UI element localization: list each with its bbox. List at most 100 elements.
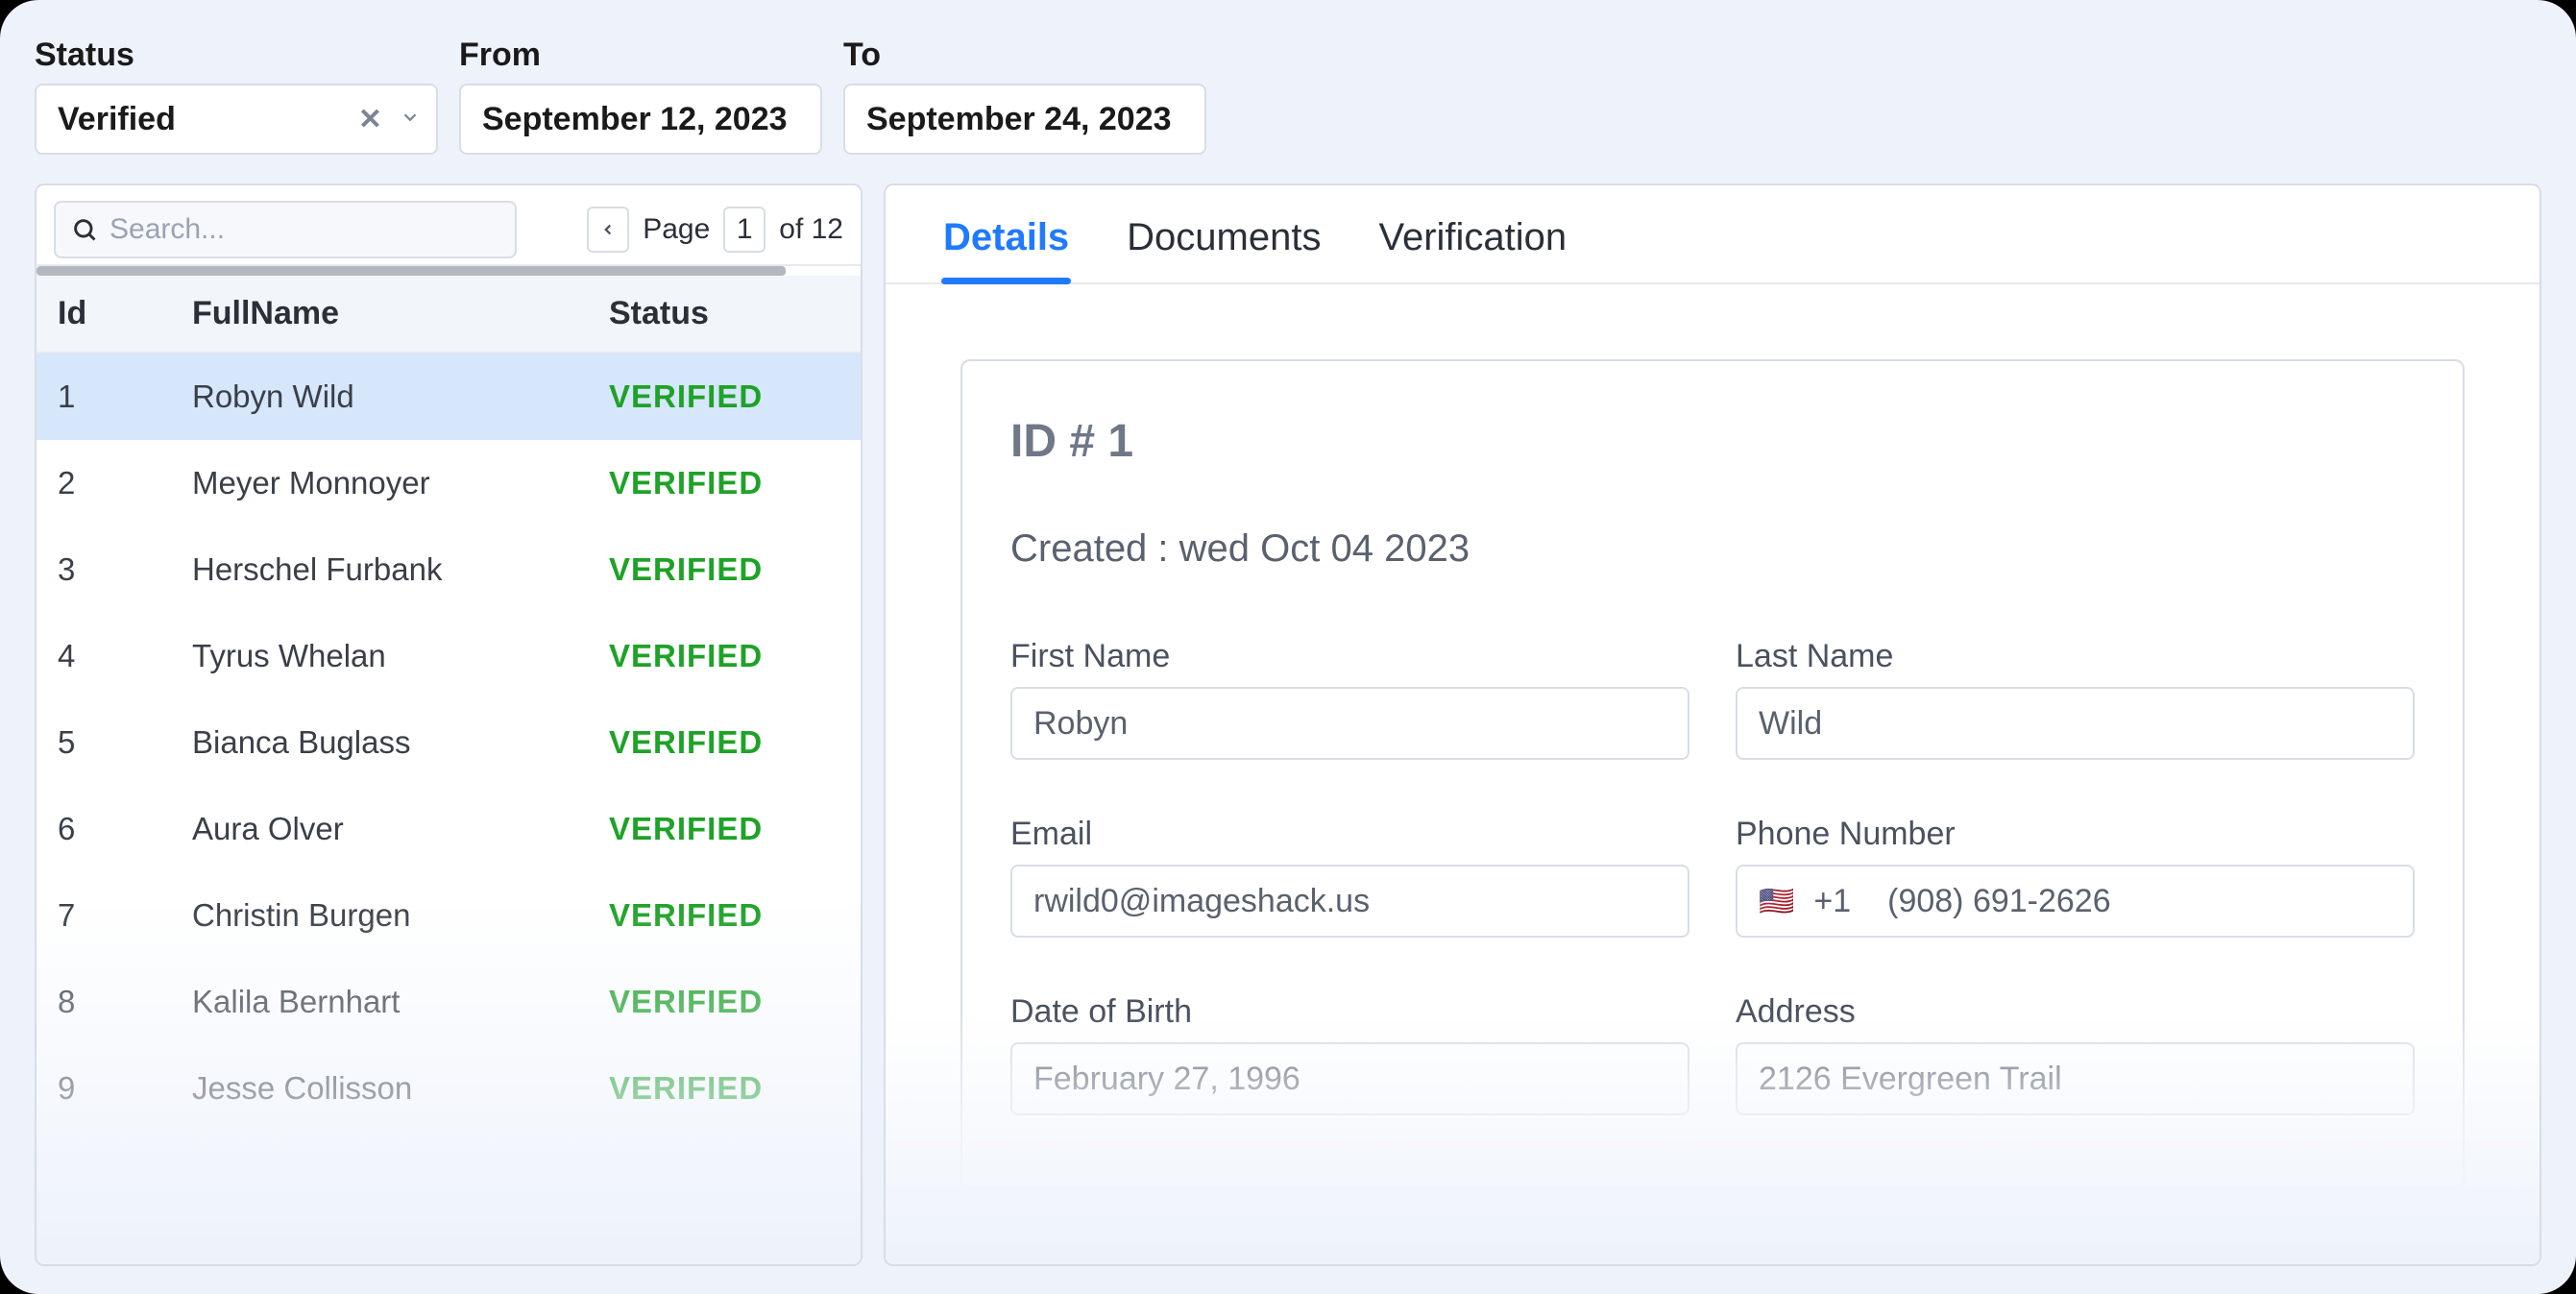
page-total: of 12 <box>779 213 843 246</box>
table-row[interactable]: 1 Robyn Wild VERIFIED <box>36 354 861 440</box>
col-id[interactable]: Id <box>58 295 192 332</box>
table-row[interactable]: 7 Christin Burgen VERIFIED <box>36 872 861 959</box>
dob-label: Date of Birth <box>1010 993 1689 1031</box>
address-value: 2126 Evergreen Trail <box>1759 1061 2062 1098</box>
from-date-value: September 12, 2023 <box>482 101 788 138</box>
table-row[interactable]: 5 Bianca Buglass VERIFIED <box>36 699 861 786</box>
table-header: Id FullName Status <box>36 276 861 354</box>
tab-documents[interactable]: Documents <box>1125 207 1323 282</box>
last-name-value: Wild <box>1759 705 1822 743</box>
field-last-name: Last Name Wild <box>1736 638 2415 760</box>
app-window: Status Verified ✕ From September 12, 202… <box>0 0 2576 1294</box>
to-date-value: September 24, 2023 <box>866 101 1172 138</box>
filter-bar: Status Verified ✕ From September 12, 202… <box>0 0 2576 183</box>
prev-page-button[interactable] <box>587 207 629 253</box>
phone-input[interactable]: 🇺🇸 +1 (908) 691-2626 <box>1736 865 2415 938</box>
first-name-input[interactable]: Robyn <box>1010 687 1689 760</box>
cell-id: 6 <box>58 811 192 847</box>
last-name-label: Last Name <box>1736 638 2415 675</box>
cell-status: VERIFIED <box>609 811 839 847</box>
last-name-input[interactable]: Wild <box>1736 687 2415 760</box>
col-fullname[interactable]: FullName <box>192 295 609 332</box>
cell-status: VERIFIED <box>609 724 839 761</box>
cell-id: 9 <box>58 1070 192 1107</box>
detail-id: ID # 1 <box>1010 415 2415 468</box>
field-email: Email rwild0@imageshack.us <box>1010 816 1689 938</box>
list-toolbar: Page 1 of 12 <box>36 185 861 266</box>
cell-id: 4 <box>58 638 192 674</box>
clear-icon[interactable]: ✕ <box>352 97 388 142</box>
cell-status: VERIFIED <box>609 551 839 588</box>
tab-verification[interactable]: Verification <box>1376 207 1568 282</box>
page-label: Page <box>643 213 710 246</box>
main-content: Page 1 of 12 Id FullName Status 1 Robyn … <box>0 183 2576 1266</box>
scrollbar-thumb[interactable] <box>36 266 786 276</box>
search-input[interactable] <box>109 213 499 246</box>
field-first-name: First Name Robyn <box>1010 638 1689 760</box>
detail-wrap: ID # 1 Created : wed Oct 04 2023 First N… <box>886 284 2540 1264</box>
cell-name: Jesse Collisson <box>192 1070 609 1107</box>
cell-id: 1 <box>58 378 192 415</box>
cell-id: 8 <box>58 984 192 1020</box>
address-input[interactable]: 2126 Evergreen Trail <box>1736 1042 2415 1115</box>
cell-status: VERIFIED <box>609 378 839 415</box>
search-box[interactable] <box>54 201 517 258</box>
detail-created: Created : wed Oct 04 2023 <box>1010 527 2415 571</box>
cell-name: Kalila Bernhart <box>192 984 609 1020</box>
table-row[interactable]: 8 Kalila Bernhart VERIFIED <box>36 959 861 1045</box>
from-filter-label: From <box>459 37 822 74</box>
status-select[interactable]: Verified ✕ <box>35 84 438 155</box>
table-body: 1 Robyn Wild VERIFIED 2 Meyer Monnoyer V… <box>36 354 861 1264</box>
tab-details[interactable]: Details <box>941 207 1071 282</box>
to-filter-group: To September 24, 2023 <box>843 37 1206 155</box>
cell-name: Robyn Wild <box>192 378 609 415</box>
tabs: Details Documents Verification <box>886 185 2540 284</box>
list-panel: Page 1 of 12 Id FullName Status 1 Robyn … <box>35 183 863 1266</box>
page-number[interactable]: 1 <box>723 207 766 253</box>
cell-status: VERIFIED <box>609 638 839 674</box>
cell-status: VERIFIED <box>609 984 839 1020</box>
cell-status: VERIFIED <box>609 897 839 934</box>
cell-name: Herschel Furbank <box>192 551 609 588</box>
table-row[interactable]: 6 Aura Olver VERIFIED <box>36 786 861 872</box>
first-name-label: First Name <box>1010 638 1689 675</box>
email-value: rwild0@imageshack.us <box>1033 883 1370 920</box>
status-filter-group: Status Verified ✕ <box>35 37 438 155</box>
phone-value: (908) 691-2626 <box>1887 883 2111 920</box>
table-row[interactable]: 2 Meyer Monnoyer VERIFIED <box>36 440 861 526</box>
address-label: Address <box>1736 993 2415 1031</box>
email-input[interactable]: rwild0@imageshack.us <box>1010 865 1689 938</box>
cell-id: 2 <box>58 465 192 501</box>
cell-status: VERIFIED <box>609 1070 839 1107</box>
phone-country-code: +1 <box>1813 883 1851 920</box>
field-address: Address 2126 Evergreen Trail <box>1736 993 2415 1115</box>
table-row[interactable]: 4 Tyrus Whelan VERIFIED <box>36 613 861 699</box>
form-grid: First Name Robyn Last Name Wild Email rw… <box>1010 638 2415 1115</box>
cell-name: Aura Olver <box>192 811 609 847</box>
status-select-value: Verified <box>58 101 176 138</box>
cell-name: Christin Burgen <box>192 897 609 934</box>
from-date-input[interactable]: September 12, 2023 <box>459 84 822 155</box>
us-flag-icon: 🇺🇸 <box>1759 885 1794 918</box>
status-filter-label: Status <box>35 37 438 74</box>
dob-value: February 27, 1996 <box>1033 1061 1300 1098</box>
detail-panel: Details Documents Verification ID # 1 Cr… <box>884 183 2541 1266</box>
dob-input[interactable]: February 27, 1996 <box>1010 1042 1689 1115</box>
field-phone: Phone Number 🇺🇸 +1 (908) 691-2626 <box>1736 816 2415 938</box>
first-name-value: Robyn <box>1033 705 1128 743</box>
email-label: Email <box>1010 816 1689 853</box>
chevron-down-icon[interactable] <box>394 97 426 141</box>
horizontal-scrollbar[interactable] <box>36 266 861 276</box>
cell-name: Bianca Buglass <box>192 724 609 761</box>
table-row[interactable]: 3 Herschel Furbank VERIFIED <box>36 526 861 613</box>
cell-id: 3 <box>58 551 192 588</box>
to-date-input[interactable]: September 24, 2023 <box>843 84 1206 155</box>
col-status[interactable]: Status <box>609 295 839 332</box>
table-row[interactable]: 9 Jesse Collisson VERIFIED <box>36 1045 861 1132</box>
search-icon <box>71 216 98 243</box>
cell-status: VERIFIED <box>609 465 839 501</box>
pager: Page 1 of 12 <box>587 207 843 253</box>
cell-name: Meyer Monnoyer <box>192 465 609 501</box>
cell-name: Tyrus Whelan <box>192 638 609 674</box>
status-select-controls: ✕ <box>352 97 426 142</box>
